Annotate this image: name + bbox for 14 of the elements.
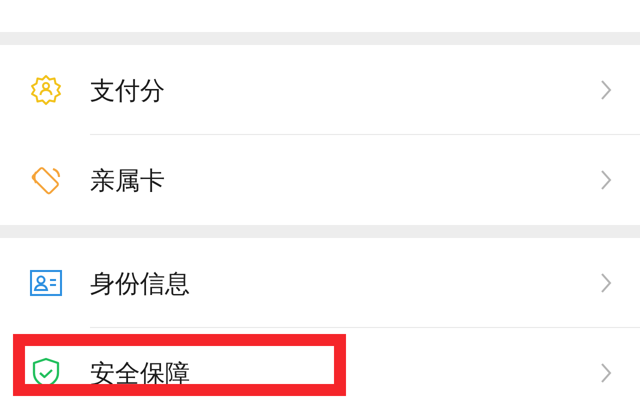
menu-label: 支付分 (90, 74, 166, 106)
badge-icon (29, 73, 63, 107)
menu-label: 身份信息 (90, 268, 191, 300)
menu-row[interactable]: 安全保障 (0, 328, 640, 401)
chevron-icon (600, 362, 612, 384)
menu-row[interactable]: 亲属卡 (0, 135, 640, 225)
menu-label: 亲属卡 (90, 164, 166, 196)
id-card-icon (29, 268, 63, 298)
menu-row[interactable]: 支付分 (0, 45, 640, 135)
chevron-icon (600, 79, 612, 101)
menu-label: 安全保障 (90, 358, 191, 390)
chevron-icon (600, 272, 612, 294)
chevron-icon (600, 169, 612, 191)
menu-row[interactable]: 身份信息 (0, 238, 640, 328)
